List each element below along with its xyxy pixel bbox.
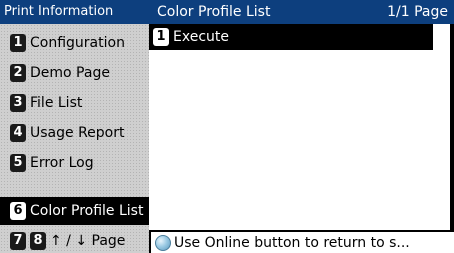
scroll-strip: [433, 24, 450, 230]
menu-item-color-profile-list[interactable]: 6 Color Profile List: [0, 197, 149, 225]
number-badge-next: 8: [30, 232, 46, 250]
menu-item-label: Configuration: [30, 35, 125, 51]
status-bar: Use Online button to return to s...: [151, 232, 454, 253]
number-badge: 6: [10, 202, 26, 220]
menu-item-demo-page[interactable]: 2 Demo Page: [0, 59, 149, 87]
menu-item-error-log[interactable]: 5 Error Log: [0, 149, 149, 177]
execute-label: Execute: [173, 29, 229, 45]
status-text: Use Online button to return to s...: [174, 234, 410, 251]
menu-item-label: File List: [30, 95, 83, 111]
menu-item-label: Usage Report: [30, 125, 125, 141]
menu-item-label: Color Profile List: [30, 203, 144, 219]
number-badge: 5: [10, 154, 26, 172]
number-badge: 2: [10, 64, 26, 82]
execute-item[interactable]: 1 Execute: [149, 24, 433, 50]
content-area: [149, 24, 450, 230]
right-content-panel: Color Profile List 1/1 Page 1 Execute: [149, 0, 454, 253]
page-indicator: 1/1 Page: [387, 4, 448, 20]
number-badge-prev: 7: [10, 232, 26, 250]
number-badge: 1: [153, 28, 169, 46]
printer-panel-screen: Print Information 1 Configuration 2 Demo…: [0, 0, 454, 253]
page-nav-label: ↑ / ↓ Page: [50, 233, 126, 249]
number-badge: 3: [10, 94, 26, 112]
menu-item-file-list[interactable]: 3 File List: [0, 89, 149, 117]
menu-item-label: Error Log: [30, 155, 94, 171]
online-button-icon: [155, 234, 171, 251]
panel-title: Color Profile List: [157, 4, 271, 20]
left-menu-panel: Print Information 1 Configuration 2 Demo…: [0, 0, 149, 253]
menu-item-label: Demo Page: [30, 65, 110, 81]
number-badge: 1: [10, 34, 26, 52]
right-panel-header: Color Profile List 1/1 Page: [149, 0, 454, 24]
menu-item-configuration[interactable]: 1 Configuration: [0, 29, 149, 57]
left-panel-header: Print Information: [0, 0, 149, 24]
number-badge: 4: [10, 124, 26, 142]
page-nav-item[interactable]: 7 8 ↑ / ↓ Page: [0, 227, 149, 253]
menu-item-usage-report[interactable]: 4 Usage Report: [0, 119, 149, 147]
